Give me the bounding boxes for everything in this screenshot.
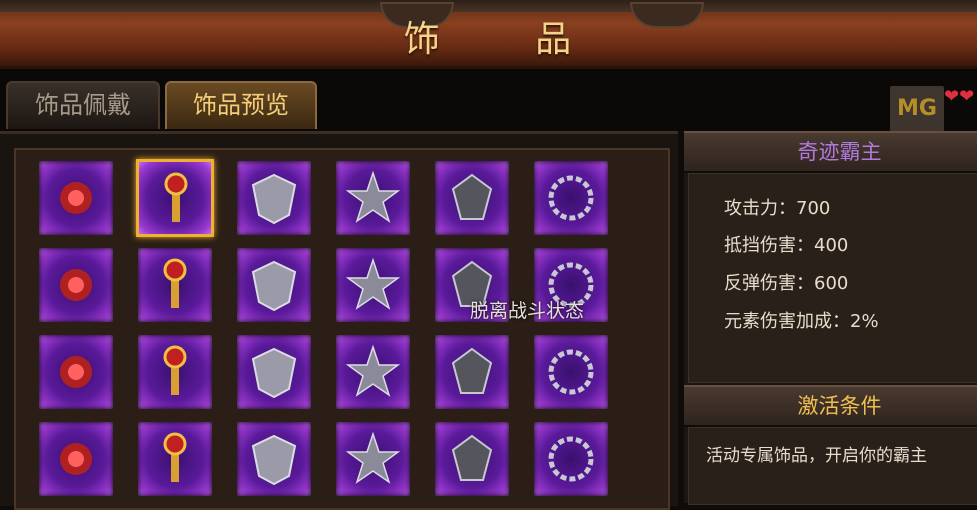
title-bar: 饰 品	[0, 0, 977, 69]
condition-title: 激活条件	[797, 394, 882, 418]
tab-strip: 饰品佩戴 饰品预览	[0, 69, 977, 131]
condition-header: 激活条件	[684, 385, 977, 427]
stat-block-damage: 抵挡伤害：400	[724, 235, 849, 256]
accessory-slot[interactable]	[235, 159, 313, 237]
stat-attack: 攻击力：700	[724, 198, 831, 219]
accessory-slot[interactable]	[37, 333, 115, 411]
item-name-header: 奇迹霸主	[684, 131, 977, 173]
accessory-slot[interactable]	[235, 420, 313, 498]
accessory-slot[interactable]	[136, 333, 214, 411]
accessory-slot[interactable]	[136, 159, 214, 237]
combat-status-tooltip: 脱离战斗状态	[470, 300, 585, 322]
accessory-slot[interactable]	[136, 420, 214, 498]
stat-reflect-damage: 反弹伤害：600	[724, 273, 849, 294]
accessory-slot[interactable]	[532, 159, 610, 237]
accessory-slot[interactable]	[532, 420, 610, 498]
accessory-slot[interactable]	[37, 420, 115, 498]
accessory-slot[interactable]	[235, 333, 313, 411]
condition-text: 活动专属饰品，开启你的霸主	[706, 446, 927, 466]
accessory-slot[interactable]	[433, 420, 511, 498]
accessory-slot[interactable]	[37, 246, 115, 324]
accessory-slot[interactable]	[136, 246, 214, 324]
accessory-slot[interactable]	[433, 159, 511, 237]
window-title: 饰 品	[403, 19, 614, 60]
accessory-slot[interactable]	[37, 159, 115, 237]
tab-accessory-equip[interactable]: 饰品佩戴	[6, 81, 160, 129]
accessory-slot[interactable]	[235, 246, 313, 324]
stat-element-bonus: 元素伤害加成：2%	[724, 311, 879, 332]
accessory-slot[interactable]	[433, 333, 511, 411]
condition-box	[688, 427, 977, 505]
accessory-slot[interactable]	[334, 420, 412, 498]
item-name: 奇迹霸主	[797, 140, 882, 164]
accessory-slot[interactable]	[334, 333, 412, 411]
accessory-slot[interactable]	[334, 246, 412, 324]
detail-panel: 奇迹霸主 攻击力：700 抵挡伤害：400 反弹伤害：600 元素伤害加成：2%…	[684, 131, 977, 505]
tab-accessory-preview[interactable]: 饰品预览	[165, 81, 317, 129]
mg-logo: MG	[890, 86, 944, 132]
accessory-slot[interactable]	[532, 333, 610, 411]
accessory-slot[interactable]	[334, 159, 412, 237]
hearts-icon: ❤❤	[944, 86, 975, 107]
